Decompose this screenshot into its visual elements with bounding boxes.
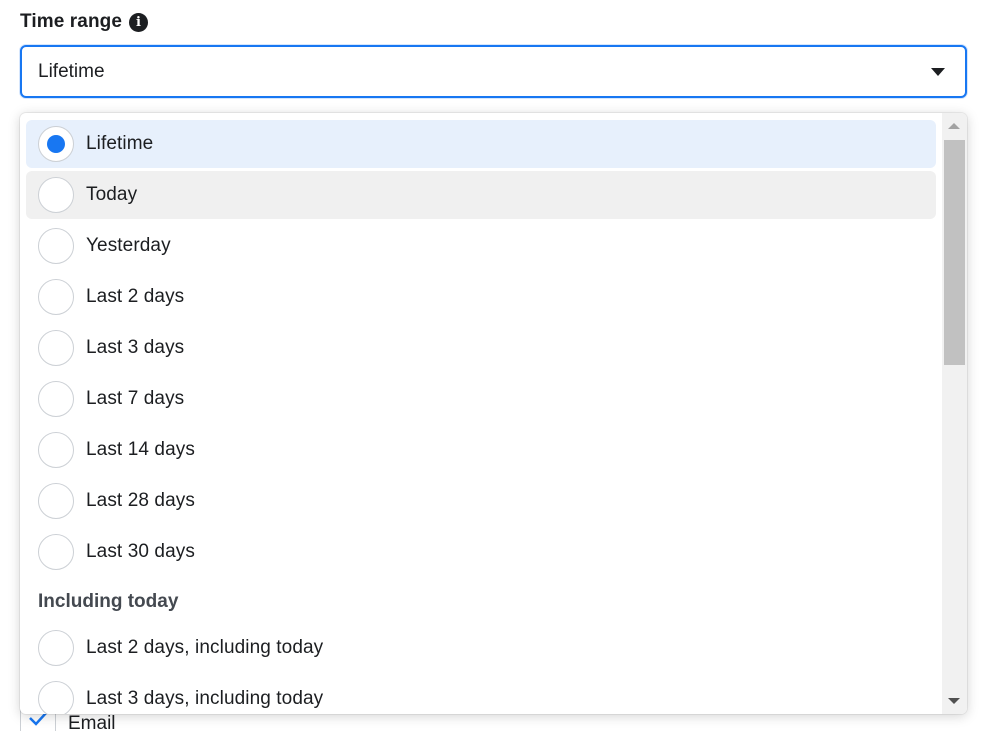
email-checkbox-label: Email [68, 713, 116, 731]
option-label: Lifetime [86, 133, 154, 154]
time-range-option[interactable]: Last 2 days [26, 273, 936, 321]
radio-button[interactable] [38, 126, 74, 162]
option-label: Last 3 days, including today [86, 688, 324, 709]
radio-button[interactable] [38, 330, 74, 366]
time-range-option[interactable]: Last 28 days [26, 477, 936, 525]
radio-dot-icon [47, 135, 65, 153]
radio-button[interactable] [38, 228, 74, 264]
time-range-page: Time range i Lifetime Email Lifetime Toda… [0, 0, 992, 731]
radio-button[interactable] [38, 630, 74, 666]
time-range-option[interactable]: Lifetime [26, 120, 936, 168]
time-range-option[interactable]: Last 14 days [26, 426, 936, 474]
radio-button[interactable] [38, 381, 74, 417]
scroll-thumb[interactable] [944, 140, 965, 365]
time-range-label-row: Time range i [20, 11, 149, 33]
radio-button[interactable] [38, 279, 74, 315]
option-label: Last 30 days [86, 541, 195, 562]
caret-down-icon [931, 67, 945, 76]
scrollbar[interactable] [942, 113, 967, 714]
radio-button[interactable] [38, 177, 74, 213]
time-range-option[interactable]: Last 7 days [26, 375, 936, 423]
scroll-down-arrow-icon[interactable] [948, 698, 960, 704]
radio-button[interactable] [38, 534, 74, 570]
time-range-option[interactable]: Last 3 days, including today [26, 675, 936, 714]
time-range-option[interactable]: Last 3 days [26, 324, 936, 372]
select-value: Lifetime [38, 60, 105, 82]
scroll-up-arrow-icon[interactable] [948, 123, 960, 129]
time-range-option[interactable]: Last 2 days, including today [26, 624, 936, 672]
info-icon[interactable]: i [129, 12, 149, 32]
radio-button[interactable] [38, 432, 74, 468]
option-label: Last 14 days [86, 439, 195, 460]
option-label: Last 2 days, including today [86, 637, 324, 658]
section-header: Including today [38, 590, 179, 612]
time-range-label: Time range [20, 11, 123, 32]
option-label: Today [86, 184, 138, 205]
option-label: Last 2 days [86, 286, 185, 307]
time-range-option[interactable]: Yesterday [26, 222, 936, 270]
time-range-dropdown: Lifetime Today Yesterday Last 2 days Last 3 … [20, 113, 967, 714]
time-range-option[interactable]: Today [26, 171, 936, 219]
options-list: Lifetime Today Yesterday Last 2 days Last 3 … [26, 120, 936, 714]
radio-button[interactable] [38, 483, 74, 519]
option-label: Last 3 days [86, 337, 185, 358]
time-range-option[interactable]: Last 30 days [26, 528, 936, 576]
option-label: Last 28 days [86, 490, 195, 511]
option-label: Last 7 days [86, 388, 185, 409]
time-range-select[interactable]: Lifetime [20, 45, 967, 98]
option-label: Yesterday [86, 235, 171, 256]
radio-button[interactable] [38, 681, 74, 714]
